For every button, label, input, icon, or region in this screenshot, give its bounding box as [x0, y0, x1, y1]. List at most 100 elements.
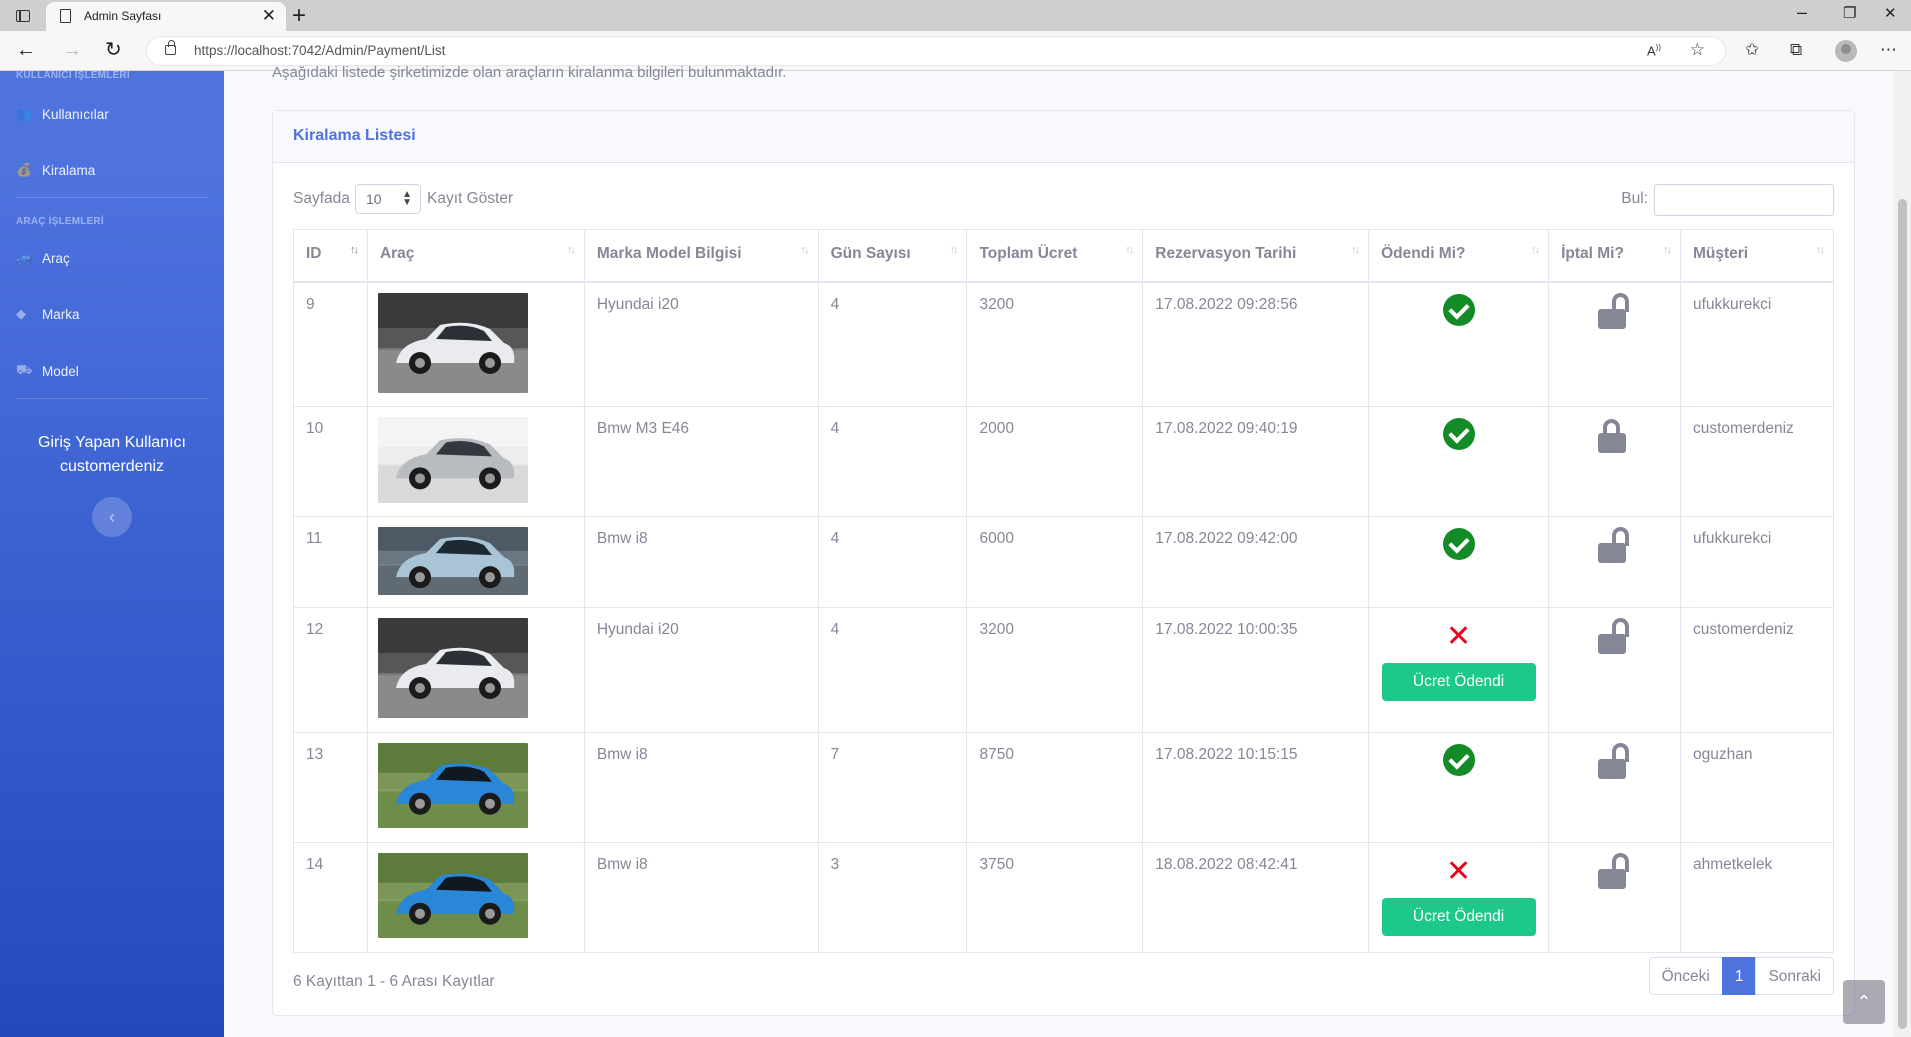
sort-icon: ↑↓ [1531, 244, 1540, 256]
sidebar-item-rentals[interactable]: 💰 Kiralama [16, 162, 95, 178]
page-length-value: 10 [366, 191, 382, 207]
paid-check-icon [1442, 744, 1475, 776]
reload-icon[interactable]: ↻ [105, 38, 122, 62]
sidebar-item-models[interactable]: ⛟ Model [16, 362, 79, 380]
url-text: https://localhost:7042/Admin/Payment/Lis… [194, 43, 446, 58]
users-icon: 👥 [16, 106, 33, 121]
unlock-icon[interactable] [1597, 743, 1632, 779]
unlock-icon[interactable] [1597, 618, 1632, 654]
column-header-total[interactable]: Toplam Ücret ↑↓ [966, 229, 1144, 283]
collections-icon[interactable]: ⧉ [1790, 40, 1802, 60]
profile-avatar[interactable] [1835, 40, 1857, 62]
search-input[interactable] [1654, 184, 1834, 216]
pagination: Önceki 1 Sonraki [1648, 957, 1834, 995]
sort-icon: ↑↓ [800, 244, 810, 256]
table-row: 10 Bmw M3 E46 4 2000 17.08.2022 09:40:19… [293, 406, 1835, 517]
mark-paid-button[interactable]: Ücret Ödendi [1381, 663, 1536, 701]
unlock-icon[interactable] [1597, 292, 1632, 329]
column-header-customer[interactable]: Müşteri ↑↓ [1679, 229, 1835, 283]
browser-tab-bar: Admin Sayfası ✕ + – ❐ ✕ [0, 0, 1911, 31]
column-header-label: ID [306, 245, 322, 262]
sidebar-toggle-button[interactable]: ‹ [92, 497, 132, 537]
more-icon[interactable]: ⋯ [1880, 40, 1897, 60]
column-header-days[interactable]: Gün Sayısı ↑↓ [817, 229, 968, 283]
sidebar: KULLANICI İŞLEMLERİ 👥 Kullanıcılar 💰 Kir… [0, 70, 224, 1037]
unlock-icon[interactable] [1597, 527, 1632, 563]
sidebar-heading-vehicle: ARAÇ İŞLEMLERİ [16, 216, 104, 227]
mark-paid-button[interactable]: Ücret Ödendi [1381, 898, 1536, 936]
read-aloud-icon[interactable]: A)) [1647, 43, 1661, 58]
cell-id: 10 [293, 406, 368, 517]
table-row: 13 Bmw i8 7 8750 17.08.2022 10:15:15 ogu… [293, 732, 1835, 843]
logged-in-username: customerdeniz [59, 458, 165, 475]
sidebar-item-label: Kullanıcılar [42, 106, 109, 122]
cell-total: 6000 [966, 516, 1144, 608]
sort-icon: ↑↓ [1351, 244, 1360, 256]
close-window-icon[interactable]: ✕ [1884, 4, 1897, 22]
add-favorite-icon[interactable]: ☆ [1690, 40, 1705, 60]
favorites-icon[interactable]: ✩ [1745, 40, 1759, 60]
cell-total: 3750 [966, 842, 1144, 953]
cell-days: 4 [817, 516, 968, 608]
close-tab-icon[interactable]: ✕ [262, 6, 276, 26]
prev-page-button[interactable]: Önceki [1648, 957, 1723, 995]
new-tab-icon[interactable]: + [292, 2, 306, 30]
logged-in-user: Giriş Yapan Kullanıcı customerdeniz [0, 431, 224, 479]
cell-id: 12 [293, 607, 368, 733]
money-bag-icon: 💰 [16, 162, 33, 177]
cell-vehicle-image [366, 406, 585, 517]
back-icon[interactable]: ← [16, 38, 36, 62]
forward-icon[interactable]: → [62, 38, 82, 62]
column-header-model[interactable]: Marka Model Bilgisi ↑↓ [583, 229, 819, 283]
page-icon [60, 9, 71, 23]
cell-vehicle-image [366, 607, 585, 733]
sort-icon: ↑↓ [566, 244, 576, 256]
column-header-vehicle[interactable]: Araç ↑↓ [366, 229, 585, 283]
browser-tab[interactable]: Admin Sayfası ✕ [46, 2, 286, 31]
scroll-to-top-button[interactable]: ⌃ [1843, 980, 1885, 1024]
sidebar-item-vehicles[interactable]: 🚙 Araç [16, 250, 70, 266]
tab-actions-icon[interactable] [10, 6, 36, 26]
chevron-left-icon: ‹ [109, 507, 115, 527]
sidebar-item-label: Model [42, 363, 79, 379]
table-header-row: ID ↑↓ Araç ↑↓ Marka Model Bilgisi ↑↓ Gün Sa… [293, 229, 1835, 283]
cell-paid [1368, 281, 1550, 407]
cell-date: 17.08.2022 09:40:19 [1142, 406, 1370, 517]
scrollbar-thumb[interactable] [1898, 199, 1907, 1029]
cell-paid [1368, 406, 1550, 517]
sidebar-item-users[interactable]: 👥 Kullanıcılar [16, 106, 109, 122]
rental-list-card: Kiralama Listesi Sayfada 10 ▲ ▼ Kayıt Gös… [272, 110, 1855, 1016]
sort-icon: ↑↓ [1662, 244, 1672, 256]
page-scrollbar[interactable] [1894, 71, 1911, 1037]
cell-date: 17.08.2022 09:28:56 [1142, 281, 1370, 407]
car-icon: 🚙 [16, 250, 33, 265]
sidebar-item-brands[interactable]: ◆ Marka [16, 306, 80, 322]
page-1-button[interactable]: 1 [1721, 957, 1757, 995]
column-header-id[interactable]: ID ↑↓ [293, 229, 368, 283]
table-row: 12 Hyundai i20 4 3200 17.08.2022 10:00:3… [293, 607, 1835, 733]
cell-paid: ✕ Ücret Ödendi [1368, 607, 1550, 733]
length-suffix-label: Kayıt Göster [427, 190, 514, 207]
chevron-up-icon: ⌃ [1856, 992, 1872, 1012]
unlock-icon[interactable] [1597, 853, 1632, 889]
url-field[interactable]: https://localhost:7042/Admin/Payment/Lis… [146, 36, 1726, 66]
column-header-paid[interactable]: Ödendi Mi? ↑↓ [1368, 229, 1550, 283]
unpaid-x-icon: ✕ [1446, 620, 1472, 653]
cell-days: 4 [817, 281, 968, 407]
cell-customer: ahmetkelek [1679, 842, 1835, 953]
unpaid-x-icon: ✕ [1446, 855, 1472, 888]
select-arrows-icon: ▲ ▼ [402, 189, 412, 208]
column-header-label: Gün Sayısı [830, 245, 911, 262]
paid-check-icon [1442, 418, 1475, 450]
car-thumbnail [377, 417, 574, 503]
column-header-cancelled[interactable]: İptal Mi? ↑↓ [1548, 229, 1681, 283]
lock-icon[interactable] [1597, 417, 1632, 453]
cell-model: Bmw i8 [583, 516, 819, 608]
lock-icon[interactable] [165, 40, 176, 55]
column-header-date[interactable]: Rezervasyon Tarihi ↑↓ [1142, 229, 1370, 283]
next-page-button[interactable]: Sonraki [1755, 957, 1834, 995]
restore-icon[interactable]: ❐ [1843, 4, 1856, 22]
column-header-label: Müşteri [1692, 245, 1749, 262]
minimize-icon[interactable]: – [1797, 2, 1807, 23]
page-length-select[interactable]: 10 ▲ ▼ [355, 184, 421, 214]
